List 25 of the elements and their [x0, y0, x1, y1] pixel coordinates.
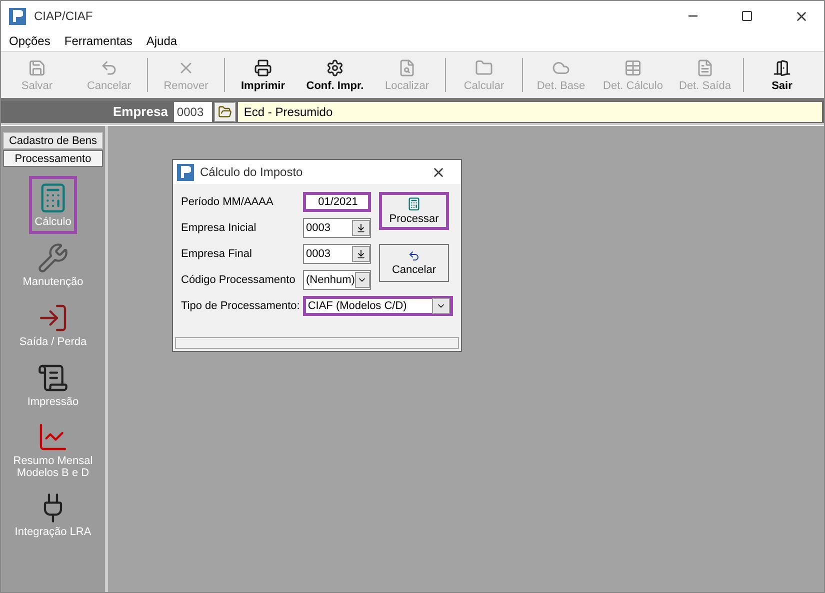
input-field[interactable]: CIAF (Modelos C/D): [302, 296, 453, 316]
menu-item[interactable]: Opções: [9, 34, 50, 48]
company-label: Empresa: [113, 104, 168, 120]
input-field[interactable]: (Nenhum): [303, 270, 371, 290]
field-label: Empresa Final: [181, 248, 253, 260]
menu-item[interactable]: Ferramentas: [64, 34, 132, 48]
field-label: Período MM/AAAA: [181, 196, 274, 208]
toolbar-button[interactable]: Conf. Impr.: [299, 52, 371, 98]
window-title: CIAP/CIAF: [34, 9, 94, 23]
process-button[interactable]: Processar: [379, 192, 449, 230]
field-label: Tipo de Processamento:: [181, 300, 300, 312]
field-label: Empresa Inicial: [181, 222, 258, 234]
company-code-field[interactable]: 0003: [174, 102, 212, 122]
section-tab[interactable]: Processamento: [3, 150, 103, 167]
cancel-button[interactable]: Cancelar: [379, 244, 449, 282]
toolbar-button[interactable]: Sair: [746, 52, 818, 98]
input-field[interactable]: 01/2021: [303, 192, 371, 212]
section-tab[interactable]: Cadastro de Bens: [3, 132, 103, 149]
dialog-title: Cálculo do Imposto: [200, 165, 304, 179]
company-name-field: Ecd - Presumido: [238, 102, 822, 122]
toolbar-button[interactable]: Imprimir: [227, 52, 299, 98]
input-field[interactable]: 0003: [303, 218, 371, 238]
input-field[interactable]: 0003: [303, 244, 371, 264]
menu-item[interactable]: Ajuda: [146, 34, 178, 48]
field-label: Código Processamento: [181, 274, 296, 286]
